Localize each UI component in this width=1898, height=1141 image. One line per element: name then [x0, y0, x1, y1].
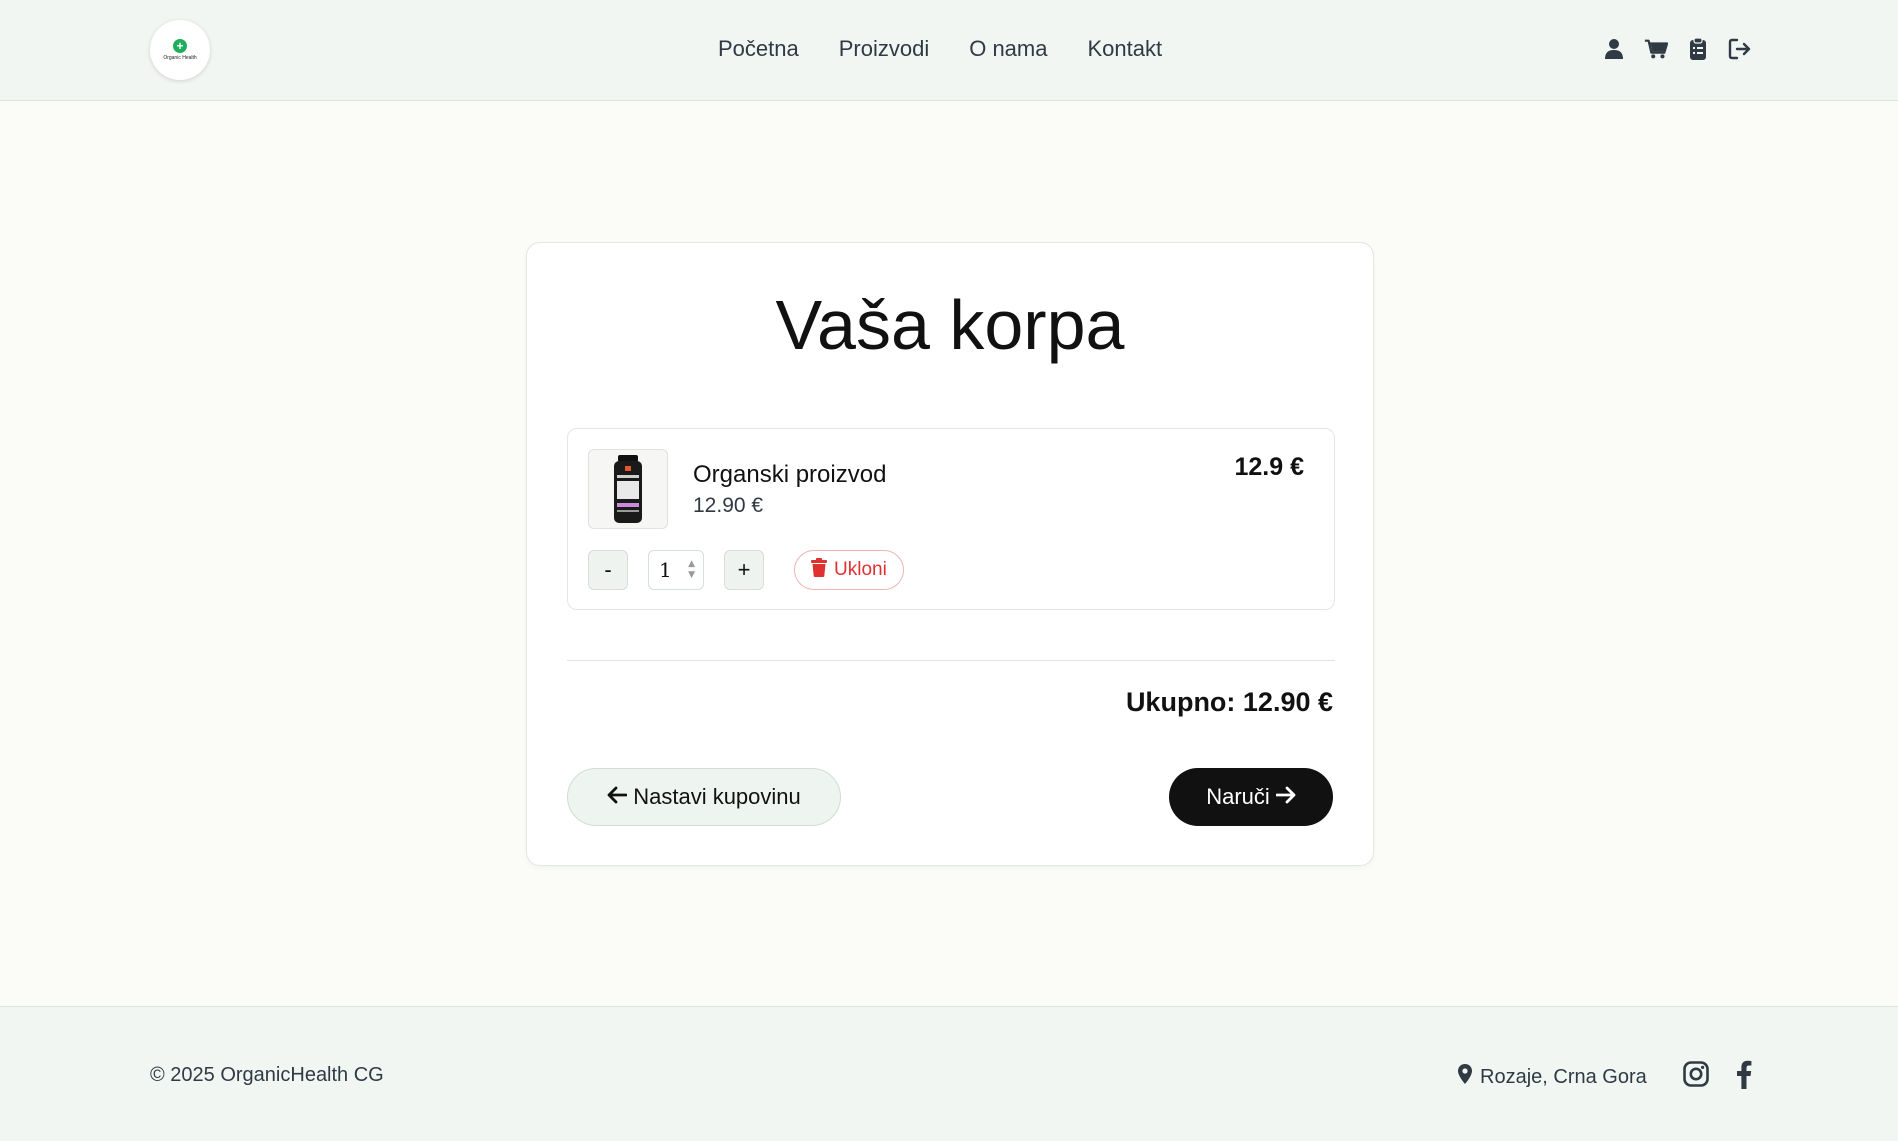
nav-link-kontakt[interactable]: Kontakt	[1087, 36, 1162, 62]
order-label: Naruči	[1206, 784, 1270, 809]
copyright-text: © 2025 OrganicHealth CG	[150, 1064, 384, 1086]
unit-price: 12.90 €	[693, 494, 764, 517]
plus-icon: +	[173, 39, 187, 53]
continue-shopping-label: Nastavi kupovinu	[633, 784, 801, 809]
cart-item: Organski proizvod 12.90 € 12.9 € - 1 ▲ ▼ …	[567, 428, 1335, 610]
logo[interactable]: + Organic Health	[150, 20, 210, 80]
cart-icon[interactable]	[1644, 36, 1668, 62]
user-icon[interactable]	[1602, 36, 1626, 62]
line-total: 12.9 €	[1234, 453, 1304, 481]
page-title: Vaša korpa	[775, 286, 1125, 364]
logo-text: Organic Health	[163, 55, 197, 61]
nav-link-proizvodi[interactable]: Proizvodi	[839, 36, 929, 62]
spinner-arrows-icon[interactable]: ▲ ▼	[688, 559, 695, 581]
clipboard-icon[interactable]	[1686, 36, 1710, 62]
site-footer: © 2025 OrganicHealth CG Rozaje, Crna Gor…	[0, 1006, 1898, 1141]
site-header: + Organic Health Početna Proizvodi O nam…	[0, 0, 1898, 101]
decrease-quantity-button[interactable]: -	[588, 550, 628, 590]
remove-item-button[interactable]: Ukloni	[794, 550, 904, 590]
social-links	[1682, 1059, 1758, 1089]
header-actions	[1602, 36, 1752, 62]
cart-card: Vaša korpa Organski proizvod 12.90 € 12.…	[526, 242, 1374, 866]
arrow-right-icon	[1275, 784, 1296, 810]
cart-total: Ukupno: 12.90 €	[1125, 687, 1333, 717]
trash-icon	[811, 557, 827, 583]
divider	[567, 660, 1335, 661]
main-nav: Početna Proizvodi O nama Kontakt	[718, 36, 1162, 62]
remove-label: Ukloni	[834, 559, 887, 580]
nav-link-pocetna[interactable]: Početna	[718, 36, 799, 62]
facebook-icon[interactable]	[1730, 1059, 1758, 1089]
continue-shopping-button[interactable]: Nastavi kupovinu	[567, 768, 841, 826]
location: Rozaje, Crna Gora	[1458, 1064, 1647, 1090]
quantity-value: 1	[659, 558, 672, 582]
logout-icon[interactable]	[1728, 36, 1752, 62]
quantity-input[interactable]: 1 ▲ ▼	[648, 550, 704, 590]
location-text: Rozaje, Crna Gora	[1480, 1065, 1647, 1088]
map-pin-icon	[1458, 1064, 1472, 1090]
increase-quantity-button[interactable]: +	[724, 550, 764, 590]
nav-link-o-nama[interactable]: O nama	[969, 36, 1047, 62]
instagram-icon[interactable]	[1682, 1059, 1710, 1089]
product-image	[588, 449, 668, 529]
arrow-left-icon	[607, 784, 628, 810]
product-name: Organski proizvod	[693, 461, 887, 488]
order-button[interactable]: Naruči	[1169, 768, 1333, 826]
